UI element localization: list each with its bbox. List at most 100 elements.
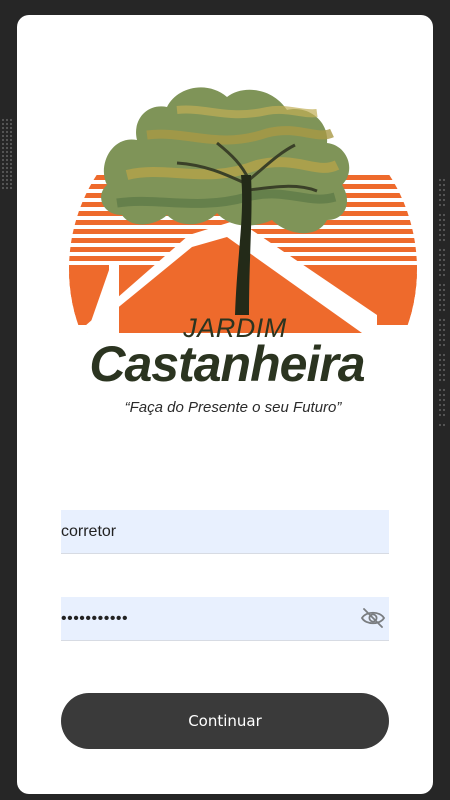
background-dot — [5, 174, 9, 178]
background-dot — [442, 203, 446, 207]
password-field[interactable] — [61, 597, 389, 641]
background-dot — [438, 183, 442, 187]
background-dot — [1, 126, 5, 130]
username-field[interactable] — [61, 510, 389, 554]
background-dot — [9, 166, 13, 170]
background-dot — [438, 318, 442, 322]
background-dot — [442, 193, 446, 197]
background-dot — [9, 178, 13, 182]
background-dot — [1, 174, 5, 178]
background-dot — [5, 186, 9, 190]
background-dot — [9, 186, 13, 190]
background-dot — [442, 298, 446, 302]
eye-slash-icon[interactable] — [357, 603, 389, 633]
background-dot — [9, 150, 13, 154]
background-dot — [1, 130, 5, 134]
background-dot — [438, 388, 442, 392]
background-dot — [9, 122, 13, 126]
background-dot — [442, 388, 446, 392]
background-dot — [1, 186, 5, 190]
background-dot — [9, 126, 13, 130]
background-dot — [5, 126, 9, 130]
background-dot — [5, 146, 9, 150]
background-dot — [442, 398, 446, 402]
background-dot — [438, 338, 442, 342]
background-dot — [9, 134, 13, 138]
background-dot — [5, 134, 9, 138]
background-dot — [438, 228, 442, 232]
background-dot — [1, 138, 5, 142]
background-dot — [442, 223, 446, 227]
background-dot — [9, 130, 13, 134]
background-dot — [9, 118, 13, 122]
background-dot — [5, 178, 9, 182]
background-dot — [438, 403, 442, 407]
background-dot — [438, 188, 442, 192]
background-dot — [438, 178, 442, 182]
background-dot — [5, 182, 9, 186]
background-dot — [442, 393, 446, 397]
background-dot — [442, 228, 446, 232]
background-dot — [442, 238, 446, 242]
background-dot — [9, 162, 13, 166]
background-dot — [442, 268, 446, 272]
password-input[interactable] — [61, 597, 351, 640]
background-dot — [5, 154, 9, 158]
background-dot — [442, 293, 446, 297]
background-dot — [1, 134, 5, 138]
background-dot — [5, 150, 9, 154]
background-dot — [5, 130, 9, 134]
background-dot — [442, 218, 446, 222]
background-dot — [438, 363, 442, 367]
background-dot — [438, 273, 442, 277]
background-dot — [5, 118, 9, 122]
background-dot — [442, 288, 446, 292]
background-dot — [442, 333, 446, 337]
background-dot — [5, 158, 9, 162]
background-dot — [442, 178, 446, 182]
background-dot — [1, 150, 5, 154]
background-dot — [438, 293, 442, 297]
background-dot — [5, 122, 9, 126]
background-dot — [5, 166, 9, 170]
username-input[interactable] — [61, 510, 351, 553]
background-dot — [442, 403, 446, 407]
background-dot — [1, 146, 5, 150]
background-dot — [1, 158, 5, 162]
background-dot — [442, 188, 446, 192]
background-dot — [9, 170, 13, 174]
background-dot — [438, 268, 442, 272]
logo-slogan: “Faça do Presente o seu Futuro” — [124, 399, 342, 416]
background-dot — [5, 162, 9, 166]
background-dot — [438, 343, 442, 347]
background-dot — [438, 373, 442, 377]
background-dot — [442, 308, 446, 312]
background-dot — [438, 353, 442, 357]
background-dot — [438, 193, 442, 197]
background-dot — [442, 353, 446, 357]
tree-canopy — [101, 87, 350, 234]
background-dot — [438, 218, 442, 222]
background-dot — [442, 423, 446, 427]
background-dot — [442, 378, 446, 382]
background-dot — [9, 146, 13, 150]
background-dot — [9, 174, 13, 178]
background-dot — [5, 142, 9, 146]
background-dot — [442, 363, 446, 367]
background-dot — [442, 263, 446, 267]
background-dot — [5, 138, 9, 142]
background-dot — [438, 308, 442, 312]
background-dot — [438, 303, 442, 307]
background-dot — [438, 408, 442, 412]
background-dot — [442, 303, 446, 307]
background-dot — [442, 253, 446, 257]
background-dot — [438, 333, 442, 337]
background-dot — [1, 162, 5, 166]
background-dot — [438, 328, 442, 332]
continue-button[interactable]: Continuar — [61, 693, 389, 749]
background-dot — [438, 423, 442, 427]
background-dot — [442, 198, 446, 202]
background-dot — [438, 298, 442, 302]
background-dot — [1, 178, 5, 182]
background-dot — [1, 182, 5, 186]
